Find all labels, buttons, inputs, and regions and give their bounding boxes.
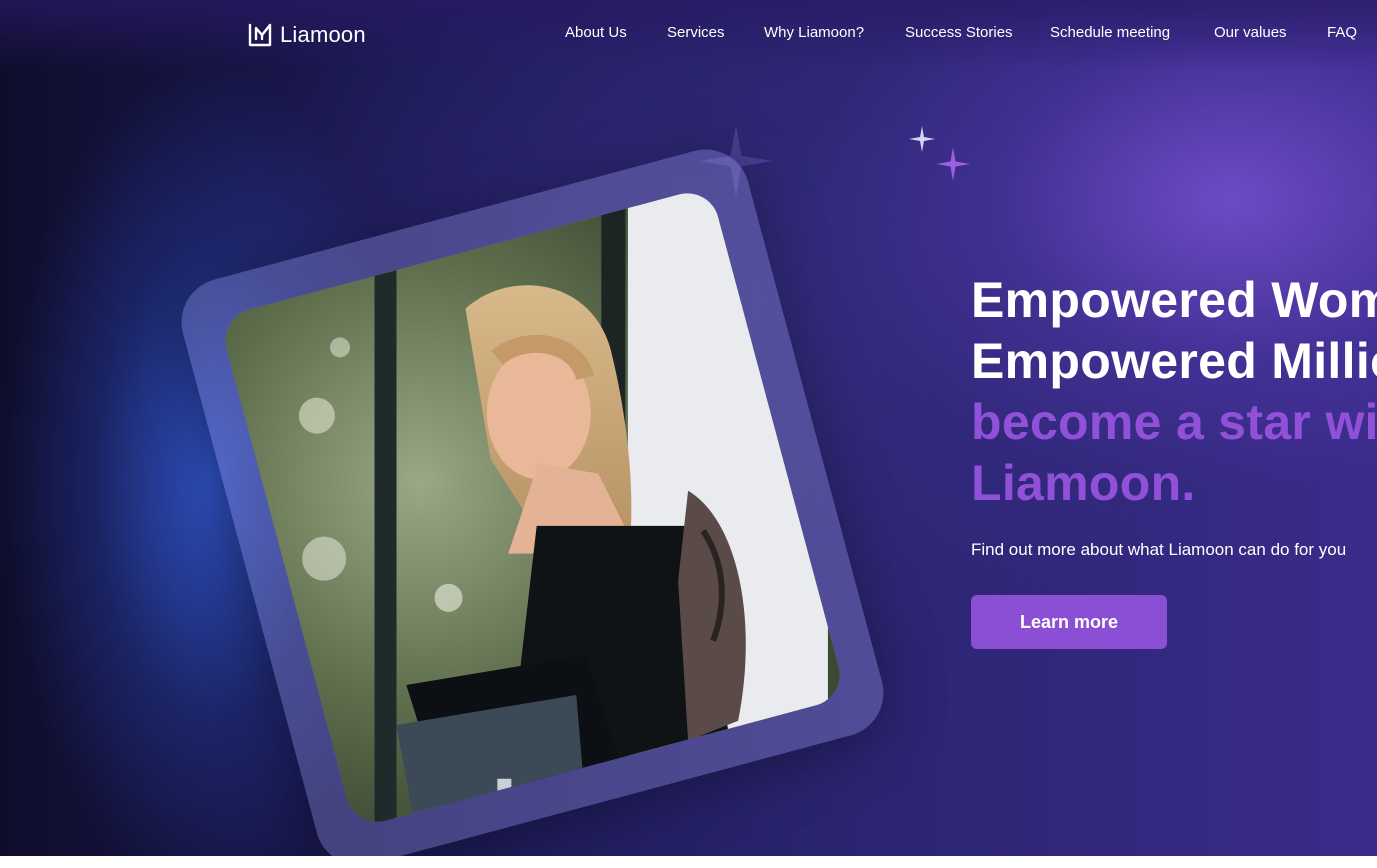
hero-title-line-3: become a star wi: [971, 394, 1377, 450]
page-bottom-edge: [0, 856, 1377, 868]
nav-item-faq[interactable]: FAQ: [1327, 24, 1357, 41]
nav-item-services[interactable]: Services: [667, 24, 725, 41]
hero-heading: Empowered Wom Empowered Millio become a …: [971, 270, 1377, 514]
hero-photo-illustration: [218, 186, 847, 829]
hero-title-line-1: Empowered Wom: [971, 272, 1377, 328]
hero-title-line-2: Empowered Millio: [971, 333, 1377, 389]
hero-subtitle: Find out more about what Liamoon can do …: [971, 540, 1347, 559]
main-nav: About Us Services Why Liamoon? Success S…: [0, 24, 1377, 44]
nav-item-why-liamoon[interactable]: Why Liamoon?: [764, 24, 864, 41]
nav-item-about-us[interactable]: About Us: [565, 24, 627, 41]
sparkle-icon: [936, 147, 970, 181]
nav-item-schedule-meeting[interactable]: Schedule meeting: [1050, 24, 1170, 41]
nav-item-our-values[interactable]: Our values: [1214, 24, 1287, 41]
hero-title-line-4: Liamoon.: [971, 455, 1196, 511]
landing-page: Liamoon About Us Services Why Liamoon? S…: [0, 0, 1377, 868]
hero-photo: [218, 186, 847, 829]
sparkle-icon: [909, 126, 935, 152]
learn-more-button[interactable]: Learn more: [971, 595, 1167, 649]
nav-item-success-stories[interactable]: Success Stories: [905, 24, 1013, 41]
